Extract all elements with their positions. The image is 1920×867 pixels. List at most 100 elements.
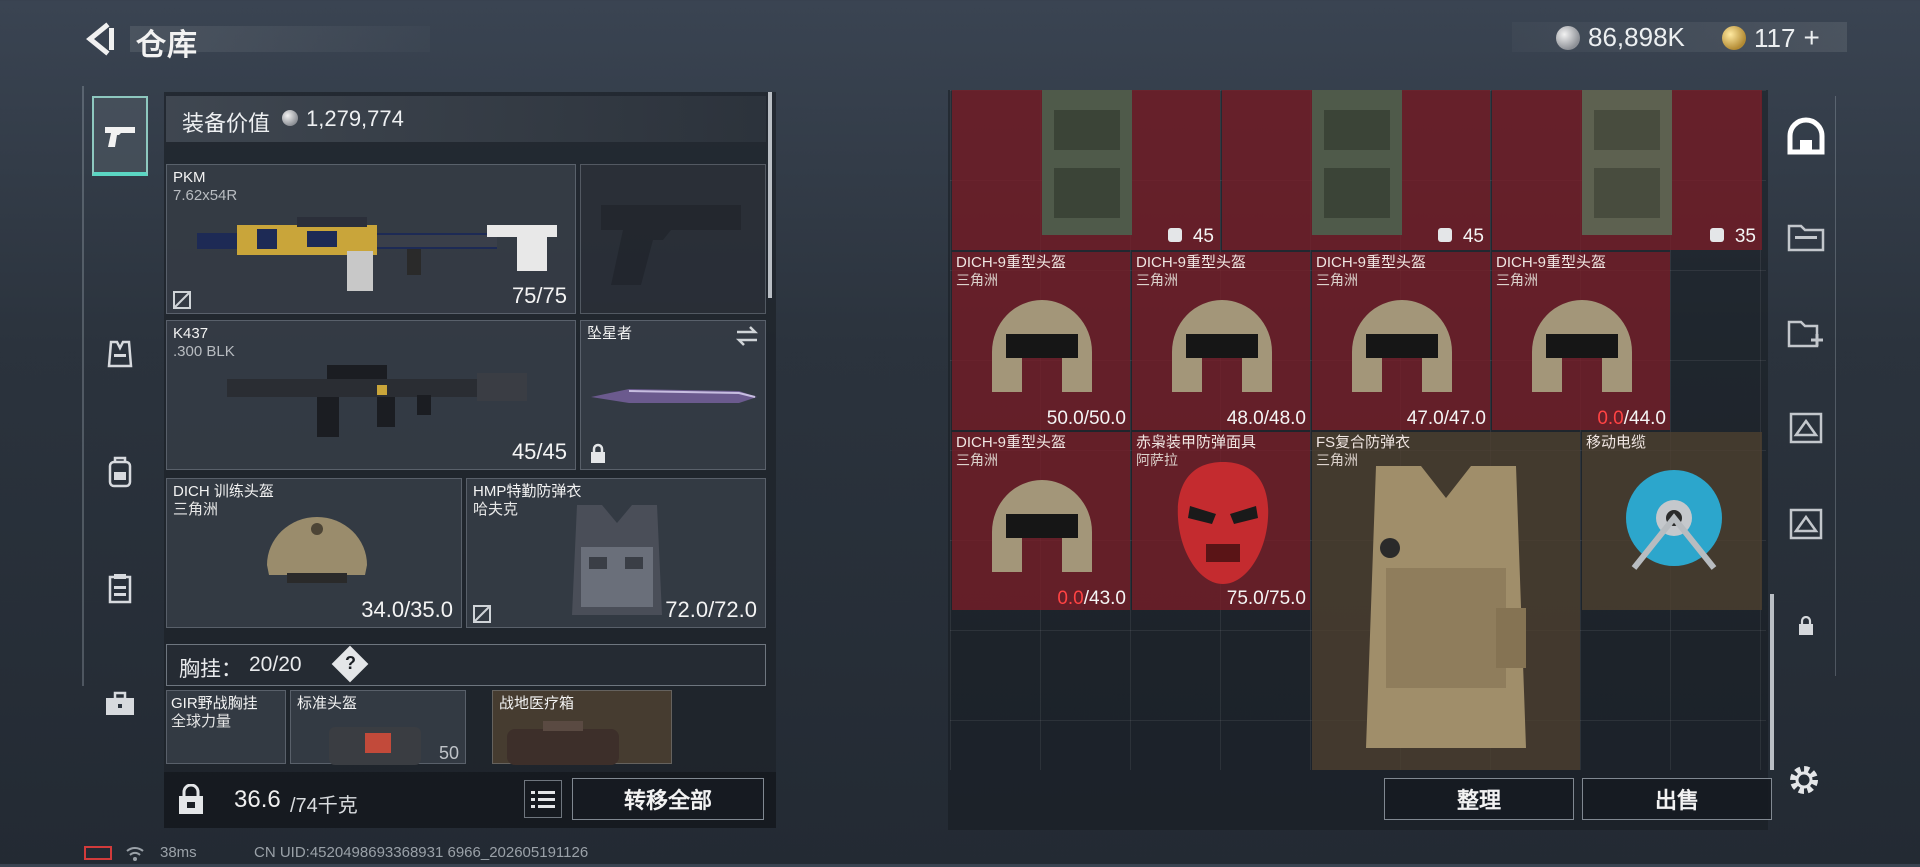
stash-item-helmet[interactable]: DICH-9重型头盔 三角洲 48.0/48.0: [1132, 252, 1310, 430]
durability-current: 0.0: [1057, 588, 1084, 609]
stash-tag-tab[interactable]: [1782, 500, 1830, 548]
stash-item-cable[interactable]: 移动电缆: [1582, 432, 1762, 610]
weight-lock-icon[interactable]: [176, 783, 206, 816]
equipment-tabs: [82, 86, 156, 715]
item-durability: 47.0/47.0: [1407, 408, 1486, 430]
pistol-silhouette-icon: [601, 205, 741, 285]
durability-max: /44.0: [1623, 408, 1666, 429]
heavy-helmet-image: [1172, 300, 1272, 392]
ping-text: 38ms: [160, 844, 197, 861]
rig-item-slot[interactable]: 战地医疗箱: [492, 690, 672, 765]
melee-slot[interactable]: 坠星者: [580, 320, 766, 470]
armor-vest-icon: [107, 340, 133, 368]
item-durability: 50.0/50.0: [1047, 408, 1126, 430]
item-name: DICH-9重型头盔: [1136, 254, 1247, 271]
stash-item-helmet[interactable]: DICH-9重型头盔 三角洲 0.0/44.0: [1492, 252, 1670, 430]
helmet-slot[interactable]: DICH 训练头盔 三角洲 34.0/35.0: [166, 478, 462, 628]
chest-rig-help-label: ?: [345, 653, 356, 673]
gold-amount: 117: [1754, 22, 1796, 53]
armor-slot[interactable]: HMP特勤防弹衣 哈夫克 72.0/72.0: [466, 478, 766, 628]
settings-gear-icon[interactable]: [1786, 762, 1822, 798]
gold-plus-button[interactable]: +: [1803, 22, 1819, 54]
secondary-weapon-name: K437: [173, 325, 209, 342]
footer-status: 38ms CN UID:4520498693368931 6966_202605…: [82, 842, 782, 864]
lock-icon: [1799, 616, 1813, 635]
helmet-durability: 34.0/35.0: [361, 597, 453, 622]
stash-item-helmet[interactable]: DICH-9重型头盔 三角洲 0.0/43.0: [952, 432, 1130, 610]
tab-chest-rig[interactable]: [92, 548, 148, 628]
stash-item-mask[interactable]: 赤枭装甲防弹面具 阿萨拉 75.0/75.0: [1132, 432, 1310, 610]
durability-current: 47.0: [1406, 408, 1444, 429]
stash-scrollbar[interactable]: [1770, 594, 1774, 770]
bag-image: [1312, 90, 1402, 235]
bag-capacity: 35: [1734, 226, 1756, 247]
durability-max: /48.0: [1263, 408, 1306, 429]
stash-item-helmet[interactable]: DICH-9重型头盔 三角洲 50.0/50.0: [952, 252, 1130, 430]
stash-item-bag[interactable]: 45: [1222, 90, 1490, 250]
organize-button[interactable]: 整理: [1384, 778, 1574, 820]
swap-icon[interactable]: [735, 325, 759, 347]
value-coin-icon: [282, 110, 298, 126]
stash-item-vest[interactable]: FS复合防弹衣 三角洲: [1312, 432, 1580, 770]
stash-folder-tab[interactable]: [1782, 212, 1830, 260]
durability-max: /50.0: [1083, 408, 1126, 429]
current-weight: 36.6: [234, 786, 281, 813]
item-name: DICH-9重型头盔: [956, 434, 1067, 451]
chest-rig-bar: 胸挂： 20/20 ?: [166, 644, 766, 686]
helmet-image: [267, 517, 367, 583]
stash-item-helmet[interactable]: DICH-9重型头盔 三角洲 47.0/47.0: [1312, 252, 1490, 430]
tab-armor[interactable]: [92, 314, 148, 394]
item-durability: 75.0/75.0: [1226, 588, 1306, 609]
pistol-slot-empty[interactable]: [580, 164, 766, 314]
stash-home-tab[interactable]: [1782, 112, 1830, 160]
battery-icon: [84, 846, 112, 860]
chest-rig-label: 胸挂：: [179, 658, 242, 681]
gold-currency[interactable]: 117 +: [1722, 22, 1820, 54]
equipment-value-label: 装备价值: [182, 111, 271, 136]
heavy-helmet-image: [992, 300, 1092, 392]
item-name: DICH-9重型头盔: [1496, 254, 1607, 271]
bag-image: [1582, 90, 1672, 235]
stash-tag-icon-1: [1789, 412, 1823, 444]
broken-attachment-icon: [473, 605, 491, 623]
stash-item-bag[interactable]: 45: [952, 90, 1220, 250]
armor-durability: 72.0/72.0: [665, 597, 757, 622]
stash-home-icon: [1787, 117, 1825, 155]
armor-name: HMP特勤防弹衣: [473, 483, 582, 500]
pkm-gun-image: [197, 217, 557, 291]
gold-coin-icon: [1722, 26, 1746, 50]
tab-weapons[interactable]: [92, 96, 148, 176]
equipment-value-bar: 装备价值 1,279,774: [166, 96, 766, 142]
stash-add-icon: [1787, 320, 1823, 348]
item-durability: 0.0/43.0: [1057, 588, 1126, 610]
stash-tag-icon-2: [1789, 508, 1823, 540]
wifi-icon: [126, 844, 144, 862]
back-arrow-icon[interactable]: [82, 22, 116, 56]
sell-button[interactable]: 出售: [1582, 778, 1772, 820]
tab-toolbox[interactable]: [92, 664, 148, 744]
heavy-helmet-image: [1352, 300, 1452, 392]
durability-current: 48.0: [1226, 408, 1264, 429]
stash-locked-tab: [1782, 606, 1830, 646]
primary-weapon-slot[interactable]: PKM 7.62x54R 75/75: [166, 164, 576, 314]
heavy-helmet-image: [992, 480, 1092, 572]
stash-tag-tab[interactable]: [1782, 404, 1830, 452]
rig-item-slot[interactable]: 标准头盔 50: [290, 690, 466, 765]
bag-capacity: 45: [1462, 226, 1484, 247]
durability-current: 50.0: [1046, 408, 1084, 429]
transfer-all-button[interactable]: 转移全部: [572, 778, 764, 820]
secondary-weapon-slot[interactable]: K437 .300 BLK 45/45: [166, 320, 576, 470]
pistol-icon: [105, 127, 135, 147]
stash-item-bag[interactable]: 35: [1492, 90, 1762, 250]
list-icon: [531, 791, 555, 808]
rig-item-slot[interactable]: GIR野战胸挂 全球力量: [166, 690, 286, 764]
max-weight: /74千克: [290, 795, 358, 817]
stash-add-tab[interactable]: [1782, 308, 1830, 356]
armor-vest-image: [572, 505, 662, 615]
list-view-button[interactable]: [524, 780, 562, 818]
tab-backpack[interactable]: [92, 432, 148, 512]
rig-item-name: 标准头盔: [297, 695, 358, 712]
durability-max: /43.0: [1083, 588, 1126, 609]
broken-attachment-icon: [173, 291, 191, 309]
equipment-scrollbar[interactable]: [768, 92, 772, 298]
